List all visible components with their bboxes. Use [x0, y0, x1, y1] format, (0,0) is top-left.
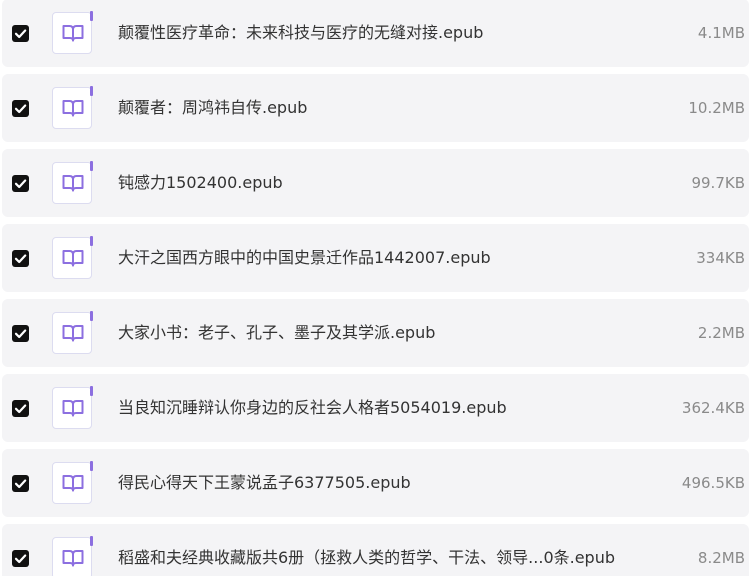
file-size: 496.5KB: [681, 474, 745, 492]
file-icon: [52, 11, 93, 54]
book-icon: [62, 325, 84, 342]
book-icon: [62, 400, 84, 417]
file-size: 2.2MB: [697, 324, 745, 342]
file-icon: [52, 236, 93, 279]
file-icon: [52, 86, 93, 129]
file-icon: [52, 536, 93, 576]
file-icon: [52, 311, 93, 354]
file-name[interactable]: 得民心得天下王蒙说孟子6377505.epub: [118, 449, 411, 517]
file-name[interactable]: 颠覆者：周鸿祎自传.epub: [118, 74, 307, 142]
file-size: 4.1MB: [697, 24, 745, 42]
file-name[interactable]: 钝感力1502400.epub: [118, 149, 283, 217]
checkmark-icon: [14, 329, 27, 339]
book-icon: [62, 25, 84, 42]
checkmark-icon: [14, 179, 27, 189]
checkbox[interactable]: [12, 400, 29, 417]
checkmark-icon: [14, 554, 27, 564]
checkbox[interactable]: [12, 25, 29, 42]
checkmark-icon: [14, 29, 27, 39]
file-size: 334KB: [696, 249, 745, 267]
book-icon: [62, 475, 84, 492]
file-row[interactable]: 颠覆性医疗革命：未来科技与医疗的无缝对接.epub 4.1MB: [2, 0, 749, 67]
checkbox[interactable]: [12, 325, 29, 342]
file-name[interactable]: 颠覆性医疗革命：未来科技与医疗的无缝对接.epub: [118, 0, 483, 67]
file-row[interactable]: 钝感力1502400.epub 99.7KB: [2, 149, 749, 217]
file-name[interactable]: 当良知沉睡辩认你身边的反社会人格者5054019.epub: [118, 374, 507, 442]
file-size: 10.2MB: [688, 99, 745, 117]
file-name[interactable]: 大家小书：老子、孔子、墨子及其学派.epub: [118, 299, 435, 367]
checkmark-icon: [14, 479, 27, 489]
file-row[interactable]: 大汗之国西方眼中的中国史景迁作品1442007.epub 334KB: [2, 224, 749, 292]
file-row[interactable]: 当良知沉睡辩认你身边的反社会人格者5054019.epub 362.4KB: [2, 374, 749, 442]
file-row[interactable]: 稻盛和夫经典收藏版共6册（拯救人类的哲学、干法、领导...0条.epub 8.2…: [2, 524, 749, 576]
file-row[interactable]: 得民心得天下王蒙说孟子6377505.epub 496.5KB: [2, 449, 749, 517]
file-icon: [52, 461, 93, 504]
book-icon: [62, 175, 84, 192]
checkbox[interactable]: [12, 175, 29, 192]
file-row[interactable]: 颠覆者：周鸿祎自传.epub 10.2MB: [2, 74, 749, 142]
file-size: 99.7KB: [691, 174, 745, 192]
book-icon: [62, 550, 84, 567]
book-icon: [62, 100, 84, 117]
file-name[interactable]: 稻盛和夫经典收藏版共6册（拯救人类的哲学、干法、领导...0条.epub: [118, 524, 615, 576]
checkmark-icon: [14, 254, 27, 264]
file-icon: [52, 161, 93, 204]
file-size: 8.2MB: [697, 549, 745, 567]
checkbox[interactable]: [12, 550, 29, 567]
book-icon: [62, 250, 84, 267]
checkmark-icon: [14, 104, 27, 114]
checkbox[interactable]: [12, 250, 29, 267]
file-size: 362.4KB: [681, 399, 745, 417]
file-list: 颠覆性医疗革命：未来科技与医疗的无缝对接.epub 4.1MB 颠覆者：周鸿祎自…: [0, 0, 751, 576]
checkmark-icon: [14, 404, 27, 414]
checkbox[interactable]: [12, 100, 29, 117]
file-row[interactable]: 大家小书：老子、孔子、墨子及其学派.epub 2.2MB: [2, 299, 749, 367]
file-name[interactable]: 大汗之国西方眼中的中国史景迁作品1442007.epub: [118, 224, 491, 292]
checkbox[interactable]: [12, 475, 29, 492]
file-icon: [52, 386, 93, 429]
